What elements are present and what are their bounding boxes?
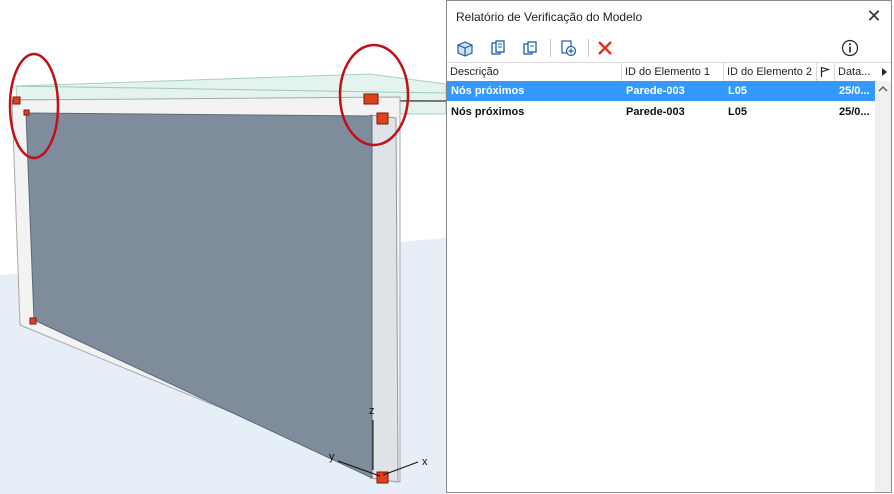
cell-id-elemento-2: L05 [728, 85, 747, 97]
scroll-up-button[interactable] [875, 83, 891, 95]
scroll-up-icon [878, 86, 888, 92]
y-axis-label: y [329, 451, 335, 463]
close-button[interactable]: ✕ [863, 6, 885, 28]
table-header: Descrição ID do Elemento 1 ID do Element… [447, 62, 891, 82]
cell-data: 25/0... [839, 106, 870, 118]
node-marker[interactable] [363, 93, 379, 105]
model-check-report-window: Relatório de Verificação do Modelo ✕ Des… [446, 0, 892, 493]
select-element-2-button[interactable] [518, 37, 542, 59]
window-titlebar[interactable]: Relatório de Verificação do Modelo ✕ [447, 1, 891, 34]
column-header-flag[interactable] [817, 63, 835, 81]
highlight-in-model-icon [457, 41, 473, 57]
cell-id-elemento-1: Parede-003 [626, 106, 685, 118]
highlight-in-model-button[interactable] [453, 37, 477, 59]
delete-icon [598, 41, 612, 55]
close-icon: ✕ [866, 6, 882, 26]
cell-descricao: Nós próximos [451, 106, 525, 118]
3d-viewport[interactable]: z x y [0, 0, 446, 494]
z-axis-label: z [369, 405, 375, 417]
delete-button[interactable] [593, 37, 617, 59]
report-table: Descrição ID do Elemento 1 ID do Element… [447, 62, 891, 492]
node-marker[interactable] [12, 96, 21, 105]
column-header-data[interactable]: Data... [835, 63, 875, 81]
add-to-report-icon [561, 40, 577, 57]
column-header-descricao[interactable]: Descrição [447, 63, 622, 81]
info-button[interactable] [838, 37, 862, 59]
cell-data: 25/0... [839, 85, 870, 97]
select-element-1-icon [491, 40, 505, 55]
node-marker[interactable] [376, 112, 389, 125]
cell-descricao: Nós próximos [451, 85, 525, 97]
select-element-2-icon [523, 41, 537, 55]
cell-id-elemento-2: L05 [728, 106, 747, 118]
scroll-right-icon[interactable] [879, 66, 889, 78]
select-element-1-button[interactable] [486, 37, 510, 59]
column-header-id-elemento-2[interactable]: ID do Elemento 2 [724, 63, 817, 81]
vertical-scrollbar[interactable] [875, 81, 891, 492]
info-icon [841, 39, 859, 57]
flag-icon [820, 66, 831, 77]
model-view [0, 43, 446, 494]
table-row[interactable]: Nós próximos Parede-003 L05 25/0... [447, 81, 875, 101]
toolbar [447, 34, 891, 62]
add-to-report-button[interactable] [556, 37, 580, 59]
table-row[interactable]: Nós próximos Parede-003 L05 25/0... [447, 102, 875, 122]
cell-id-elemento-1: Parede-003 [626, 85, 685, 97]
node-marker[interactable] [29, 317, 37, 325]
x-axis-label: x [422, 456, 428, 468]
column-header-id-elemento-1[interactable]: ID do Elemento 1 [622, 63, 724, 81]
node-marker[interactable] [23, 109, 30, 116]
window-title: Relatório de Verificação do Modelo [456, 10, 643, 24]
